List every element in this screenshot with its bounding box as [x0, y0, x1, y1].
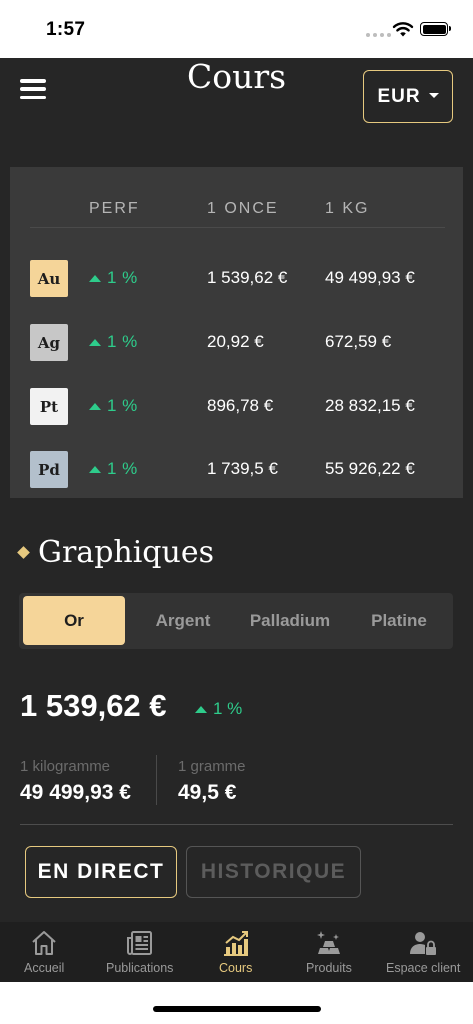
- currency-selector[interactable]: EUR: [363, 70, 453, 123]
- metal-badge-platinum: Pt: [30, 388, 68, 425]
- metal-badge-palladium: Pd: [30, 451, 68, 488]
- tab-silver[interactable]: Argent: [133, 596, 233, 645]
- metal-tabs: Or Argent Palladium Platine: [19, 593, 453, 649]
- user-lock-icon: [410, 932, 437, 955]
- tab-platinum[interactable]: Platine: [353, 596, 445, 645]
- perf-indicator: 1 %: [89, 459, 138, 479]
- wifi-icon: [392, 22, 414, 37]
- kilogram-value: 49 499,93 €: [20, 781, 131, 804]
- home-indicator-area: [0, 982, 473, 1024]
- price-kg: 55 926,22 €: [325, 459, 415, 478]
- metal-badge-gold: Au: [30, 260, 68, 297]
- price-ounce: 1 739,5 €: [207, 459, 278, 478]
- price-ounce: 1 539,62 €: [207, 268, 288, 287]
- app-screen: Cours EUR PERF 1 ONCE 1 KG Au 1 % 1 539,…: [0, 58, 473, 922]
- tab-bar-label: Cours: [219, 961, 253, 975]
- arrow-up-icon: [89, 274, 101, 282]
- current-price: 1 539,62 €: [20, 688, 167, 723]
- chart-icon: [223, 931, 248, 956]
- gram-value: 49,5 €: [178, 781, 237, 804]
- arrow-up-icon: [89, 465, 101, 473]
- table-row[interactable]: Ag 1 % 20,92 € 672,59 €: [10, 311, 463, 375]
- status-bar: 1:57: [0, 0, 473, 58]
- gram-label: 1 gramme: [178, 758, 246, 775]
- tab-bar-item-home[interactable]: Accueil: [24, 922, 64, 982]
- home-indicator[interactable]: [153, 1006, 321, 1012]
- divider: [30, 227, 445, 228]
- perf-value: 1 %: [107, 332, 138, 351]
- arrow-up-icon: [89, 338, 101, 346]
- price-kg: 672,59 €: [325, 332, 392, 351]
- status-time: 1:57: [46, 19, 86, 40]
- history-button[interactable]: HISTORIQUE: [186, 846, 361, 898]
- table-row[interactable]: Au 1 % 1 539,62 € 49 499,93 €: [10, 247, 463, 311]
- perf-indicator: 1 %: [89, 396, 138, 416]
- signal-icon: [366, 33, 391, 37]
- currency-label: EUR: [377, 85, 421, 107]
- newspaper-icon: [126, 931, 152, 955]
- perf-indicator: 1 %: [89, 332, 138, 352]
- arrow-up-icon: [89, 402, 101, 410]
- column-header-kg: 1 KG: [325, 200, 370, 217]
- price-ounce: 896,78 €: [207, 396, 274, 415]
- gram-price: 1 gramme 49,5 €: [178, 758, 246, 805]
- price-kg: 49 499,93 €: [325, 268, 415, 287]
- tab-bar-item-cours[interactable]: Cours: [219, 922, 252, 982]
- tab-bar-label: Produits: [306, 961, 352, 975]
- kilogram-label: 1 kilogramme: [20, 758, 111, 775]
- diamond-icon: [17, 546, 30, 559]
- divider: [156, 755, 157, 805]
- column-header-perf: PERF: [89, 200, 140, 217]
- tab-bar-label: Espace client: [386, 961, 461, 975]
- perf-value: 1 %: [107, 268, 138, 287]
- tab-bar-item-products[interactable]: Produits: [306, 922, 352, 982]
- caret-down-icon: [428, 92, 439, 98]
- current-perf-value: 1 %: [213, 699, 243, 718]
- tab-gold[interactable]: Or: [23, 596, 125, 645]
- price-ounce: 20,92 €: [207, 332, 264, 351]
- column-header-ounce: 1 ONCE: [207, 200, 279, 217]
- arrow-up-icon: [195, 705, 207, 713]
- prices-header: PERF 1 ONCE 1 KG: [10, 167, 463, 229]
- tab-bar-item-client-area[interactable]: Espace client: [386, 922, 460, 982]
- price-kg: 28 832,15 €: [325, 396, 415, 415]
- current-perf: 1 %: [195, 699, 242, 719]
- home-icon: [32, 931, 56, 955]
- gold-bars-icon: [316, 931, 340, 954]
- tab-palladium[interactable]: Palladium: [239, 596, 341, 645]
- divider: [20, 824, 453, 825]
- tab-bar-label: Publications: [106, 961, 174, 975]
- battery-icon: [420, 22, 451, 36]
- kilogram-price: 1 kilogramme 49 499,93 €: [20, 758, 131, 805]
- section-title-text: Graphiques: [38, 535, 214, 570]
- tab-bar-item-publications[interactable]: Publications: [106, 922, 173, 982]
- table-row[interactable]: Pt 1 % 896,78 € 28 832,15 €: [10, 375, 463, 439]
- perf-indicator: 1 %: [89, 268, 138, 288]
- prices-table: PERF 1 ONCE 1 KG Au 1 % 1 539,62 € 49 49…: [10, 167, 463, 498]
- table-row[interactable]: Pd 1 % 1 739,5 € 55 926,22 €: [10, 438, 463, 502]
- section-title: Graphiques: [17, 535, 214, 570]
- perf-value: 1 %: [107, 396, 138, 415]
- perf-value: 1 %: [107, 459, 138, 478]
- metal-badge-silver: Ag: [30, 324, 68, 361]
- tab-bar-label: Accueil: [24, 961, 65, 975]
- live-button[interactable]: EN DIRECT: [25, 846, 177, 898]
- tab-bar: Accueil Publications Cours Produits Espa…: [0, 922, 473, 982]
